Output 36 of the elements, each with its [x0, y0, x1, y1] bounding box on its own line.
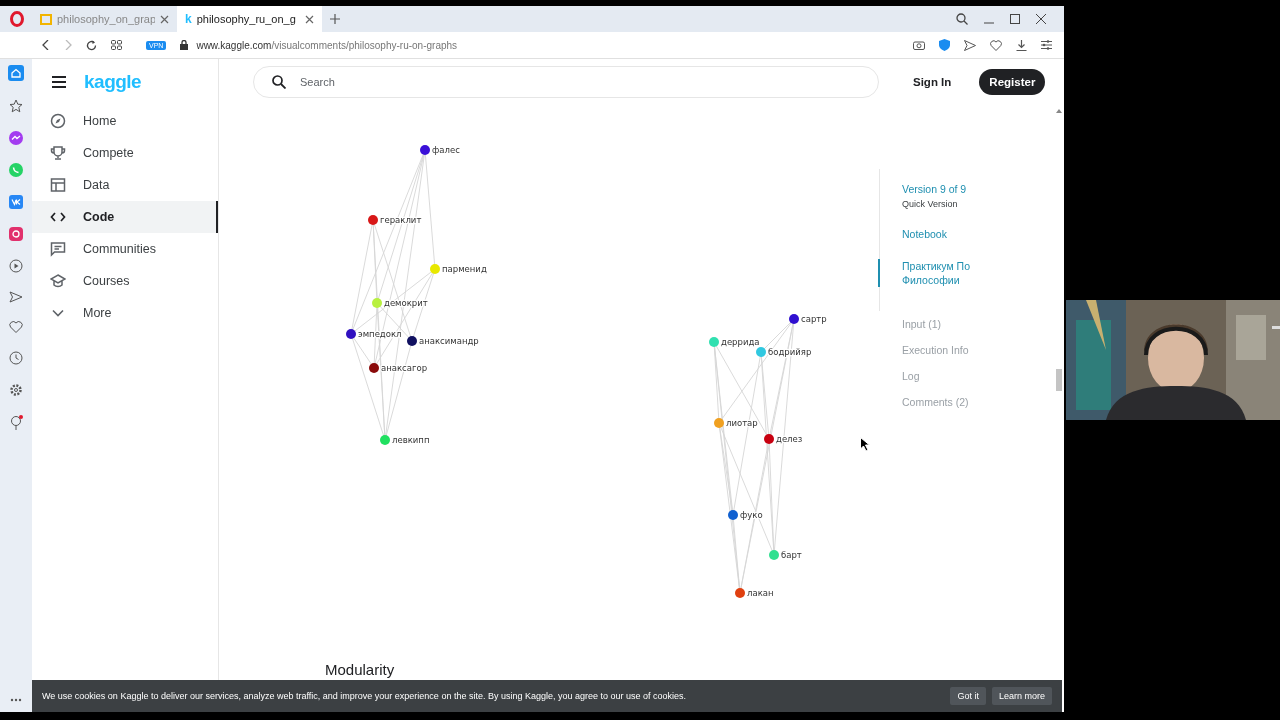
toc-link[interactable]: Практикум По Философии	[878, 259, 1014, 287]
version-note: Quick Version	[902, 199, 959, 209]
node-label: левкипп	[392, 435, 430, 445]
node-label: эмпедокл	[358, 329, 402, 339]
node-label: анаксимандр	[419, 336, 479, 346]
nav-item[interactable]: Code	[32, 201, 218, 233]
node-label: фуко	[740, 510, 763, 520]
address-field[interactable]: www.kaggle.com/visualcomments/philosophy-ru-on-graphs	[196, 39, 458, 51]
cookie-button[interactable]: Learn more	[991, 687, 1052, 705]
toc-link[interactable]: Notebook	[902, 227, 1012, 241]
node-label: фалес	[432, 145, 460, 155]
version-link[interactable]: Version 9 of 9	[902, 183, 1053, 195]
node-label: анаксагор	[381, 363, 428, 373]
tab-favicon: k	[185, 12, 192, 26]
node-label: деррида	[721, 337, 760, 347]
node-label: барт	[781, 550, 802, 560]
node-label: лакан	[747, 588, 774, 598]
nav-item[interactable]: More	[32, 297, 218, 329]
node-label: лиотар	[726, 418, 758, 428]
sign-in-button[interactable]: Sign In	[905, 70, 960, 94]
nav-item[interactable]: Courses	[32, 265, 218, 297]
node-label: сартр	[801, 314, 827, 324]
nav-item[interactable]: Communities	[32, 233, 218, 265]
cookie-text: We use cookies on Kaggle to deliver our services, analyze web traffic, and improve your experience on the site. By using Kaggle, you agree to our use of cookies.	[42, 691, 687, 701]
register-button[interactable]: Register	[979, 69, 1046, 95]
nav-item[interactable]: Data	[32, 169, 218, 201]
nav-item[interactable]: Home	[32, 105, 218, 137]
cookie-button[interactable]: Got it	[950, 687, 986, 705]
browser-tab[interactable]: k philosophy_ru_on_g	[177, 6, 322, 32]
section-heading: Modularity	[324, 661, 396, 678]
node-label: гераклит	[380, 215, 422, 225]
node-label: парменид	[442, 264, 487, 274]
node-label: делез	[776, 434, 803, 444]
node-label: бодрийяр	[768, 347, 812, 357]
nav-item[interactable]: Compete	[32, 137, 218, 169]
node-label: демокрит	[384, 298, 428, 308]
